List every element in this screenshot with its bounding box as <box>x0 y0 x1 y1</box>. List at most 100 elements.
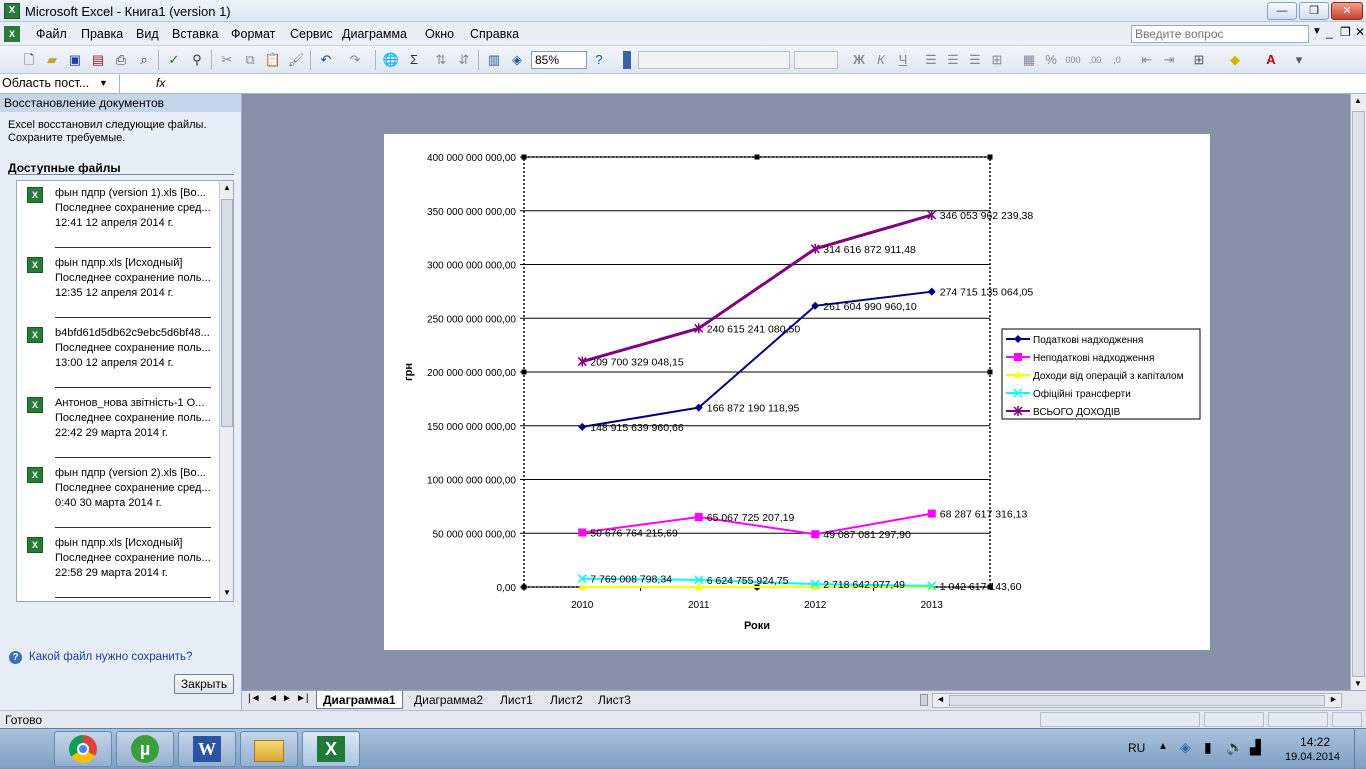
menu-chart[interactable]: Диаграмма <box>342 27 407 41</box>
line-chart[interactable]: 0,00 50 000 000 000,00 100 000 000 000,00 1… <box>384 134 1210 650</box>
wifi-icon[interactable]: ▟ <box>1250 739 1261 756</box>
first-sheet-icon[interactable]: |◄ <box>248 693 261 704</box>
decrease-decimal-icon[interactable]: ,0 <box>1108 51 1126 69</box>
horizontal-scrollbar[interactable]: ◄ ► <box>932 693 1342 708</box>
undo-icon[interactable]: ↶ <box>317 51 335 69</box>
next-sheet-icon[interactable]: ► <box>282 693 292 704</box>
taskbar-excel[interactable]: X <box>302 731 360 767</box>
file-list-scrollbar[interactable]: ▲ ▼ <box>219 181 233 601</box>
font-color-icon[interactable]: A <box>1262 51 1280 69</box>
fill-color-icon[interactable]: ◆ <box>1226 51 1244 69</box>
borders-icon[interactable]: ⊞ <box>1190 51 1208 69</box>
chart-wizard-icon[interactable]: ▥ <box>485 51 503 69</box>
tab-split-handle[interactable] <box>920 694 928 706</box>
chevron-down-icon[interactable]: ▼ <box>1312 26 1322 37</box>
close-workbook-button[interactable]: ✕ <box>1355 25 1365 39</box>
list-item[interactable]: X фын пдпр.xls [Исходный] Последнее сохр… <box>17 531 217 599</box>
underline-icon[interactable]: Ч <box>894 51 912 69</box>
list-item[interactable]: X фын пдпр (version 1).xls [Во... Послед… <box>17 181 217 249</box>
merge-center-icon[interactable]: ⊞ <box>988 51 1006 69</box>
currency-icon[interactable]: ▦ <box>1020 51 1038 69</box>
volume-icon[interactable]: 🔈 <box>1226 739 1243 756</box>
last-sheet-icon[interactable]: ►| <box>296 693 309 704</box>
save-icon[interactable]: ▣ <box>66 51 84 69</box>
toolbar-options-chevron-icon[interactable]: ▾ <box>1290 51 1308 69</box>
tab-sheet1[interactable]: Лист1 <box>494 691 539 709</box>
close-button[interactable]: Закрыть <box>174 674 234 694</box>
vertical-scrollbar[interactable]: ▲ ▼ <box>1350 94 1366 690</box>
align-left-icon[interactable]: ☰ <box>922 51 940 69</box>
autosum-icon[interactable]: Σ <box>405 51 423 69</box>
scroll-right-icon[interactable]: ► <box>1329 694 1338 704</box>
scroll-up-icon[interactable]: ▲ <box>1354 96 1362 105</box>
increase-decimal-icon[interactable]: ,00 <box>1086 51 1104 69</box>
toolbar-options-icon[interactable] <box>623 51 631 69</box>
clock-time[interactable]: 14:22 <box>1300 735 1330 749</box>
name-box-chevron-icon[interactable]: ▼ <box>99 78 108 88</box>
open-icon[interactable]: ▰ <box>43 51 61 69</box>
scroll-thumb[interactable] <box>949 695 1325 706</box>
tab-diagram1[interactable]: Диаграмма1 <box>316 691 403 709</box>
percent-icon[interactable]: % <box>1042 51 1060 69</box>
research-icon[interactable]: ⚲ <box>188 51 206 69</box>
scroll-down-icon[interactable]: ▼ <box>1354 679 1362 688</box>
print-preview-icon[interactable]: ⌕ <box>135 51 153 69</box>
clock-date[interactable]: 19.04.2014 <box>1285 751 1340 763</box>
chart-area[interactable]: 0,00 50 000 000 000,00 100 000 000 000,00 1… <box>384 134 1210 650</box>
minimize-workbook-button[interactable]: _ <box>1326 25 1333 39</box>
sort-ascending-icon[interactable]: ⇅ <box>432 51 450 69</box>
align-center-icon[interactable]: ☰ <box>944 51 962 69</box>
show-hidden-icons-icon[interactable]: ▲ <box>1158 741 1168 752</box>
print-icon[interactable]: ⎙ <box>112 51 130 69</box>
list-item[interactable]: X Антонов_нова звітність-1 О... Последне… <box>17 391 217 459</box>
file-list[interactable]: X фын пдпр (version 1).xls [Во... Послед… <box>16 180 234 602</box>
decrease-indent-icon[interactable]: ⇤ <box>1138 51 1156 69</box>
tab-diagram2[interactable]: Диаграмма2 <box>408 691 489 709</box>
align-right-icon[interactable]: ☰ <box>966 51 984 69</box>
close-window-button[interactable]: ✕ <box>1331 2 1363 20</box>
font-name-select[interactable] <box>638 51 790 69</box>
comma-style-icon[interactable]: 000 <box>1064 51 1082 69</box>
taskbar-utorrent[interactable]: µ <box>116 731 174 767</box>
menu-tools[interactable]: Сервис <box>290 27 333 41</box>
increase-indent-icon[interactable]: ⇥ <box>1160 51 1178 69</box>
help-search-input[interactable] <box>1131 25 1309 43</box>
scroll-thumb[interactable] <box>221 199 233 427</box>
italic-icon[interactable]: К <box>872 51 890 69</box>
list-item[interactable]: X b4bfd61d5db62c9ebc5d6bf48... Последнее… <box>17 321 217 389</box>
show-desktop-button[interactable] <box>1354 729 1366 769</box>
scroll-thumb[interactable] <box>1352 111 1365 677</box>
sort-descending-icon[interactable]: ⇵ <box>455 51 473 69</box>
menu-file[interactable]: Файл <box>36 27 67 41</box>
hyperlink-icon[interactable]: 🌐 <box>382 51 400 69</box>
menu-window[interactable]: Окно <box>425 27 454 41</box>
prev-sheet-icon[interactable]: ◄ <box>268 693 278 704</box>
scroll-left-icon[interactable]: ◄ <box>936 694 945 704</box>
paste-icon[interactable]: 📋 <box>264 51 282 69</box>
function-icon[interactable]: fx <box>156 76 165 90</box>
workbook-icon[interactable]: X <box>4 26 20 42</box>
format-painter-icon[interactable]: 🖌 <box>287 51 305 69</box>
new-icon[interactable]: 🗋 <box>20 51 38 69</box>
bold-icon[interactable]: Ж <box>850 51 868 69</box>
tab-sheet3[interactable]: Лист3 <box>592 691 637 709</box>
scroll-up-icon[interactable]: ▲ <box>223 183 231 192</box>
spelling-icon[interactable]: ✓ <box>165 51 183 69</box>
scroll-down-icon[interactable]: ▼ <box>223 588 231 597</box>
restore-button[interactable]: ❐ <box>1299 2 1329 20</box>
help-icon[interactable]: ? <box>590 51 608 69</box>
drawing-icon[interactable]: ◈ <box>508 51 526 69</box>
taskbar-word[interactable]: W <box>178 731 236 767</box>
font-size-select[interactable] <box>794 51 838 69</box>
tab-sheet2[interactable]: Лист2 <box>544 691 589 709</box>
help-link[interactable]: Какой файл нужно сохранить? <box>29 651 192 663</box>
formula-input[interactable] <box>176 76 1356 92</box>
permission-icon[interactable]: ▤ <box>89 51 107 69</box>
taskbar-chrome[interactable] <box>54 731 112 767</box>
cut-icon[interactable]: ✂ <box>218 51 236 69</box>
zoom-select[interactable]: 85% <box>531 51 587 69</box>
list-item[interactable]: X фын пдпр (version 2).xls [Во... Послед… <box>17 461 217 529</box>
redo-icon[interactable]: ↷ <box>346 51 364 69</box>
battery-icon[interactable]: ▮ <box>1204 739 1212 756</box>
menu-help[interactable]: Справка <box>470 27 519 41</box>
